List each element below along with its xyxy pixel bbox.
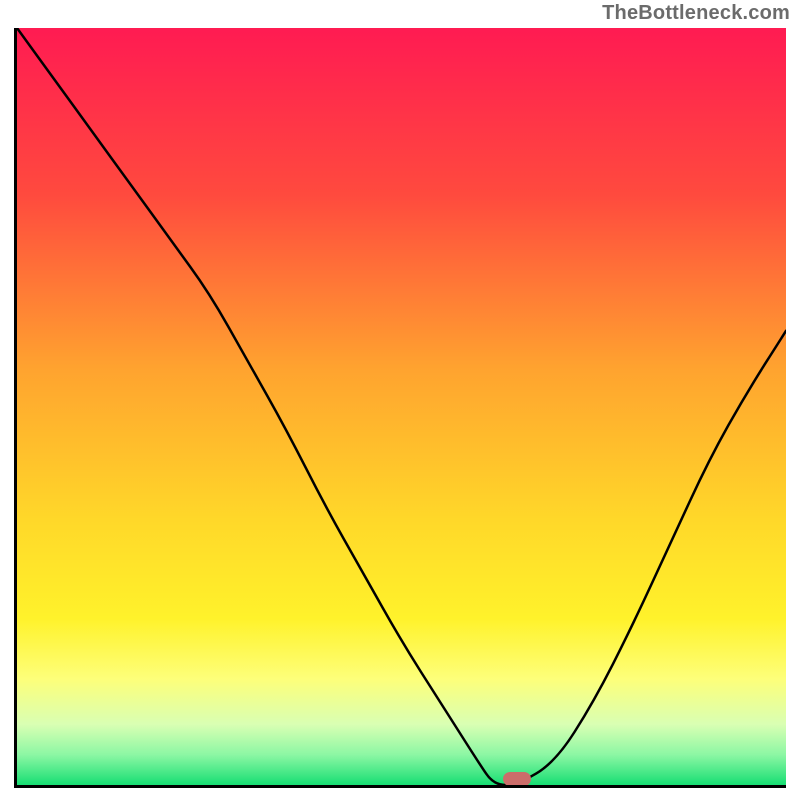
plot-area: [14, 28, 786, 788]
attribution-text: TheBottleneck.com: [602, 2, 790, 25]
chart-root: TheBottleneck.com: [0, 0, 800, 800]
optimal-marker: [503, 772, 531, 786]
bottleneck-curve: [17, 28, 786, 785]
